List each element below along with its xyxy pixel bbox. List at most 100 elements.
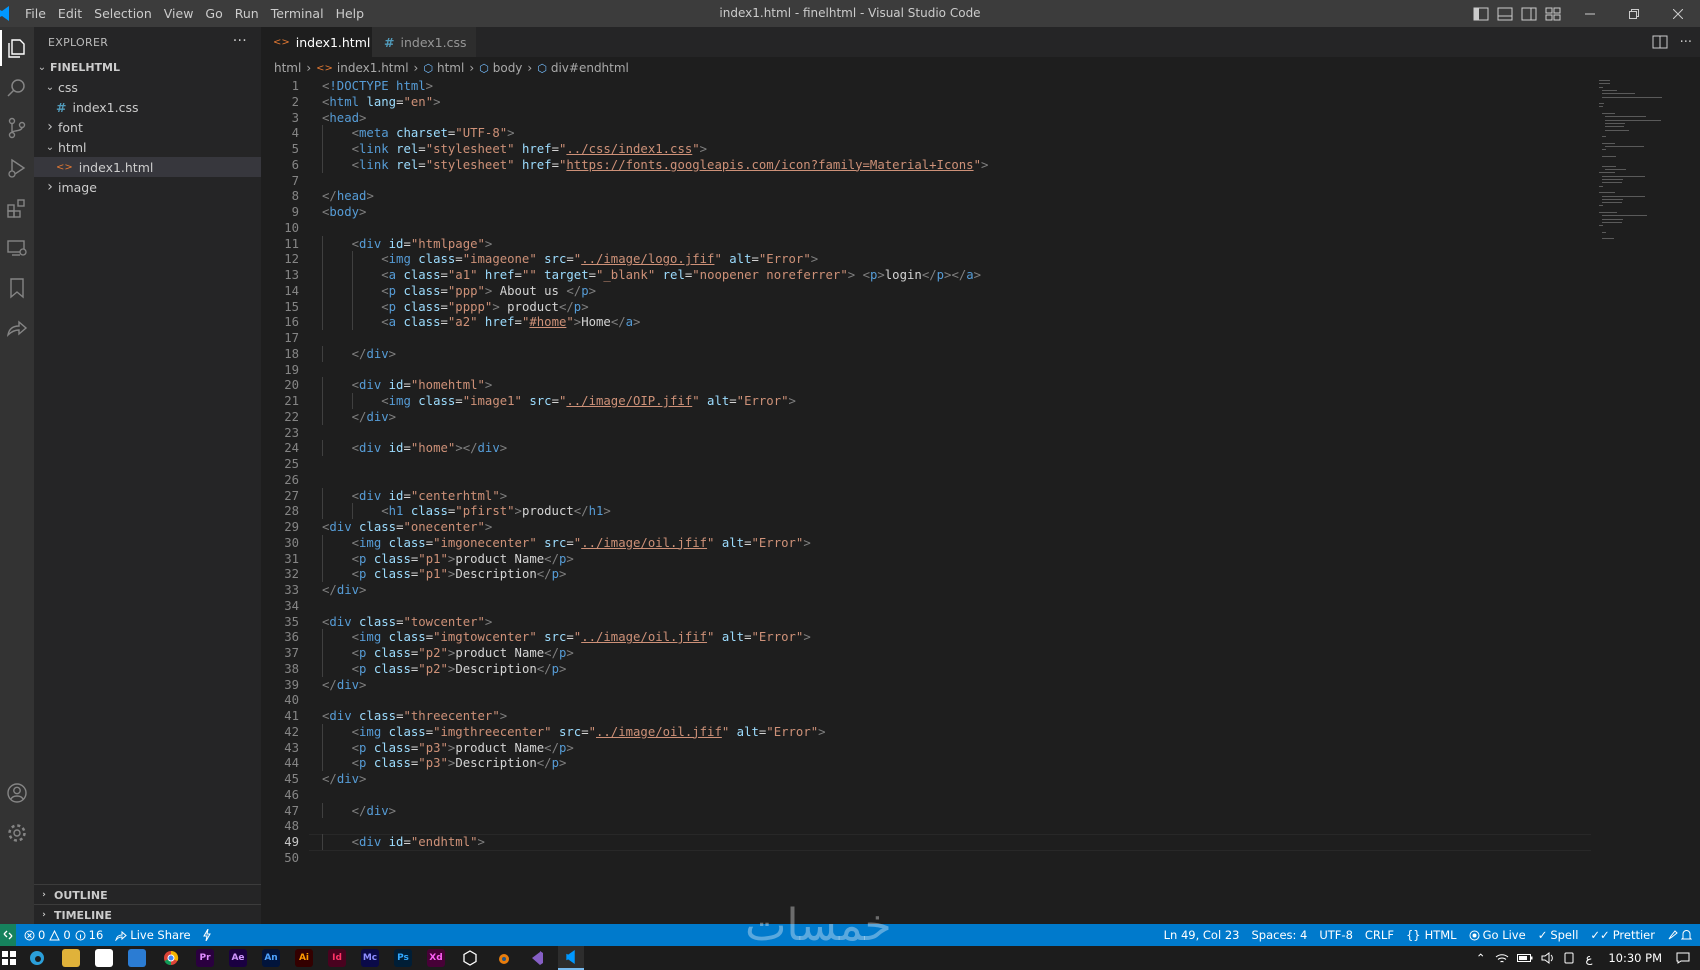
- code-line[interactable]: </div>: [322, 803, 396, 820]
- code-line[interactable]: <p class="ppp"> About us </p>: [322, 283, 596, 300]
- code-line[interactable]: <link rel="stylesheet" href="https://fon…: [322, 157, 989, 174]
- code-line[interactable]: <img class="imgtowcenter" src="../image/…: [322, 629, 811, 646]
- toggle-sidebar-icon[interactable]: [1472, 7, 1490, 21]
- toggle-secondary-sidebar-icon[interactable]: [1520, 7, 1538, 21]
- indentation[interactable]: Spaces: 4: [1251, 928, 1307, 942]
- code-line[interactable]: <meta charset="UTF-8">: [322, 125, 515, 142]
- code-line[interactable]: <h1 class="pfirst">product</h1>: [322, 503, 611, 520]
- close-window-button[interactable]: [1656, 0, 1700, 27]
- tab-index1-css[interactable]: # index1.css: [372, 27, 477, 57]
- code-line[interactable]: </div>: [322, 771, 366, 788]
- menu-item-edit[interactable]: Edit: [57, 6, 91, 21]
- run-debug-activity[interactable]: [0, 150, 34, 186]
- bookmarks-activity[interactable]: [0, 270, 34, 306]
- file-explorer-icon[interactable]: [62, 949, 80, 967]
- explorer-activity[interactable]: [0, 30, 34, 66]
- more-editor-actions-icon[interactable]: ···: [1680, 35, 1692, 50]
- code-line[interactable]: <head>: [322, 110, 366, 127]
- code-line[interactable]: <p class="p3">product Name</p>: [322, 740, 574, 757]
- code-line[interactable]: <a class="a1" href="" target="_blank" re…: [322, 267, 981, 284]
- folder-item[interactable]: ⌄ html: [34, 137, 261, 157]
- app-id-icon[interactable]: Id: [328, 949, 346, 967]
- live-share-button[interactable]: Live Share: [115, 928, 191, 942]
- code-line[interactable]: <div id="home"></div>: [322, 440, 508, 457]
- menu-item-go[interactable]: Go: [204, 6, 231, 21]
- language-mode[interactable]: {} HTML: [1406, 928, 1457, 942]
- vscode-taskbar-icon[interactable]: [558, 946, 584, 970]
- unity-icon[interactable]: [461, 949, 479, 967]
- code-line[interactable]: <p class="p3">Description</p>: [322, 755, 567, 772]
- go-live-button[interactable]: Go Live: [1469, 928, 1526, 942]
- prettier-button[interactable]: ✓✓ Prettier: [1590, 928, 1655, 942]
- notification-center-icon[interactable]: [1676, 952, 1690, 964]
- folder-item[interactable]: › font: [34, 117, 261, 137]
- code-line[interactable]: <p class="p2">product Name</p>: [322, 645, 574, 662]
- code-line[interactable]: </div>: [322, 409, 396, 426]
- code-line[interactable]: <img class="imageone" src="../image/logo…: [322, 251, 818, 268]
- app-ai-icon[interactable]: Ai: [295, 949, 313, 967]
- minimize-button[interactable]: [1568, 0, 1612, 27]
- code-line[interactable]: <p class="pppp"> product</p>: [322, 299, 588, 316]
- volume-icon[interactable]: [1541, 952, 1555, 964]
- wifi-icon[interactable]: [1495, 952, 1509, 964]
- folder-item[interactable]: ⌄ css: [34, 77, 261, 97]
- code-line[interactable]: <p class="p1">product Name</p>: [322, 551, 574, 568]
- code-line[interactable]: </div>: [322, 582, 366, 599]
- blender-icon[interactable]: [494, 949, 512, 967]
- workspace-root[interactable]: ⌄ FINELHTML: [34, 57, 261, 77]
- tab-index1-html[interactable]: <> index1.html ✕: [261, 27, 391, 57]
- chevron-up-icon[interactable]: ⌃: [1476, 951, 1486, 965]
- minimap[interactable]: [1591, 78, 1685, 924]
- manage-activity[interactable]: [0, 815, 34, 851]
- chrome-icon[interactable]: [162, 949, 180, 967]
- customize-layout-icon[interactable]: [1544, 7, 1562, 21]
- code-line[interactable]: <body>: [322, 204, 366, 221]
- remote-indicator[interactable]: [0, 924, 16, 946]
- menu-item-file[interactable]: File: [24, 6, 55, 21]
- code-line[interactable]: <div class="threecenter">: [322, 708, 507, 725]
- menu-item-terminal[interactable]: Terminal: [270, 6, 333, 21]
- code-line[interactable]: <div id="endhtml">: [322, 834, 485, 851]
- code-line[interactable]: <img class="imgonecenter" src="../image/…: [322, 535, 811, 552]
- file-item[interactable]: # index1.css: [34, 97, 261, 117]
- extensions-activity[interactable]: [0, 190, 34, 226]
- app-an-icon[interactable]: An: [262, 949, 280, 967]
- input-language[interactable]: ع: [1585, 951, 1592, 965]
- breadcrumb-item[interactable]: body: [493, 61, 523, 75]
- breadcrumb-item[interactable]: html: [274, 61, 301, 75]
- restore-button[interactable]: [1612, 0, 1656, 27]
- code-line[interactable]: <p class="p2">Description</p>: [322, 661, 567, 678]
- app-pr-icon[interactable]: Pr: [196, 949, 214, 967]
- display-icon[interactable]: [1563, 952, 1575, 964]
- breadcrumb-item[interactable]: div#endhtml: [551, 61, 629, 75]
- code-editor[interactable]: 1 <!DOCTYPE html> 2 <html lang="en"> 3 <head>…: [261, 78, 1591, 924]
- live-share-activity[interactable]: [0, 310, 34, 346]
- outline-section[interactable]: › OUTLINE: [34, 884, 261, 905]
- app-mc-icon[interactable]: Mc: [361, 949, 379, 967]
- code-line[interactable]: </head>: [322, 188, 374, 205]
- app-ae-icon[interactable]: Ae: [229, 949, 247, 967]
- source-control-activity[interactable]: [0, 110, 34, 146]
- feedback-button[interactable]: [1667, 929, 1679, 941]
- code-line[interactable]: </div>: [322, 677, 366, 694]
- menu-item-selection[interactable]: Selection: [93, 6, 161, 21]
- code-line[interactable]: <div class="towcenter">: [322, 614, 492, 631]
- menu-item-run[interactable]: Run: [234, 6, 268, 21]
- breadcrumb-item[interactable]: html: [437, 61, 464, 75]
- code-line[interactable]: <a class="a2" href="#home">Home</a>: [322, 314, 640, 331]
- line-ending[interactable]: CRLF: [1365, 928, 1394, 942]
- battery-icon[interactable]: [1517, 953, 1533, 963]
- remote-explorer-activity[interactable]: [0, 230, 34, 266]
- code-line[interactable]: <img class="image1" src="../image/OIP.jf…: [322, 393, 796, 410]
- folder-item[interactable]: › image: [34, 177, 261, 197]
- file-item[interactable]: <> index1.html: [34, 157, 261, 177]
- code-line[interactable]: <!DOCTYPE html>: [322, 78, 433, 95]
- more-actions-icon[interactable]: ···: [233, 33, 247, 49]
- split-editor-icon[interactable]: [1652, 35, 1668, 49]
- encoding[interactable]: UTF-8: [1319, 928, 1353, 942]
- clock[interactable]: 10:30 PM: [1608, 951, 1662, 965]
- spell-button[interactable]: ✓ Spell: [1538, 928, 1579, 942]
- code-line[interactable]: <div id="homehtml">: [322, 377, 493, 394]
- lightning-button[interactable]: [202, 929, 211, 941]
- app-ps-icon[interactable]: Ps: [394, 949, 412, 967]
